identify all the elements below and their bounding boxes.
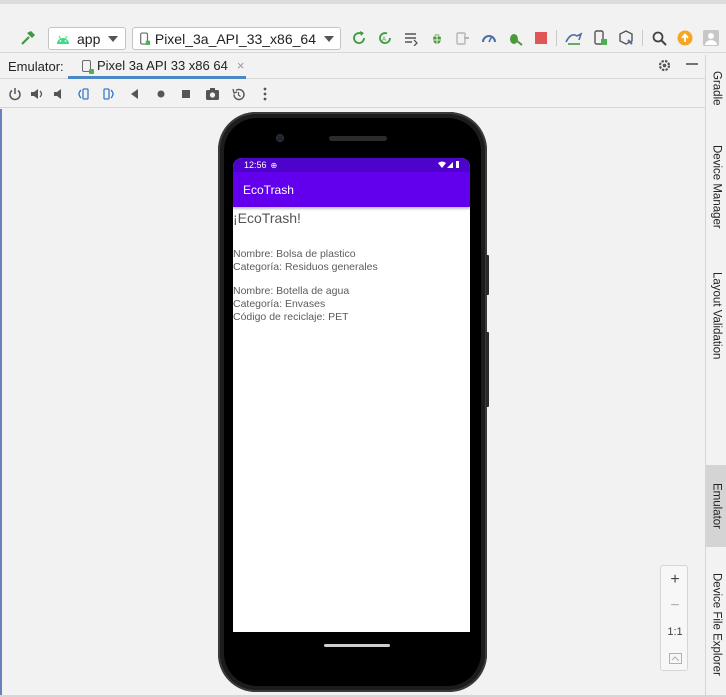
svg-text:A: A bbox=[382, 37, 386, 43]
tab-pixel-3a[interactable]: Pixel 3a API 33 x86 64 × bbox=[68, 55, 246, 79]
tab-emulator[interactable]: Emulator bbox=[706, 465, 726, 547]
debug-bug-icon[interactable] bbox=[426, 27, 448, 49]
rotate-right-icon[interactable] bbox=[100, 85, 118, 103]
status-bar: 12:56 ⊕ bbox=[233, 158, 470, 172]
wifi-signal-battery-icon bbox=[438, 161, 459, 168]
apply-changes-restart-icon[interactable] bbox=[348, 27, 370, 49]
item-1-categoria: Categoría: Residuos generales bbox=[233, 261, 378, 273]
tab-device-manager[interactable]: Device Manager bbox=[706, 133, 726, 241]
power-icon[interactable] bbox=[6, 85, 24, 103]
device-icon bbox=[140, 31, 151, 45]
home-icon[interactable] bbox=[152, 85, 170, 103]
android-studio-window: app Pixel_3a_API_33_x86_64 A Emulator: P… bbox=[0, 0, 726, 697]
device-manager-label: Device Manager bbox=[710, 145, 723, 229]
run-with-coverage-icon[interactable] bbox=[504, 27, 526, 49]
status-icons bbox=[438, 160, 460, 171]
gesture-nav-pill[interactable] bbox=[324, 644, 390, 647]
tab-label: Pixel 3a API 33 x86 64 bbox=[97, 58, 228, 73]
item-1-nombre: Nombre: Bolsa de plastico bbox=[233, 248, 356, 260]
tab-device-file-explorer[interactable]: Device File Explorer bbox=[706, 560, 726, 688]
phone-speaker bbox=[329, 136, 387, 141]
layout-validation-label: Layout Validation bbox=[710, 272, 723, 360]
item-2-codigo: Código de reciclaje: PET bbox=[233, 311, 349, 323]
emulator-label: Emulator: bbox=[8, 59, 64, 74]
chevron-down-icon bbox=[108, 35, 119, 42]
phone-power-button[interactable] bbox=[486, 255, 489, 295]
fit-screen-icon[interactable] bbox=[661, 646, 689, 670]
tab-gradle[interactable]: Gradle bbox=[706, 59, 726, 117]
logcat-lines-icon[interactable] bbox=[400, 27, 422, 49]
toolbar-divider bbox=[642, 30, 643, 46]
device-manager-icon[interactable] bbox=[589, 27, 611, 49]
sdk-manager-icon[interactable] bbox=[615, 27, 637, 49]
front-camera bbox=[276, 134, 284, 142]
zoom-controls: + − 1:1 bbox=[660, 565, 688, 671]
zoom-in-button[interactable]: + bbox=[661, 568, 689, 592]
back-icon[interactable] bbox=[126, 85, 144, 103]
item-2-categoria: Categoría: Envases bbox=[233, 298, 326, 310]
run-config-label: app bbox=[77, 30, 101, 47]
status-settings-icon: ⊕ bbox=[270, 160, 278, 170]
emulator-tab-label: Emulator bbox=[710, 482, 723, 530]
update-arrow-icon[interactable] bbox=[674, 27, 696, 49]
phone-screen[interactable]: 12:56 ⊕ EcoTrash ¡EcoTrash! Nombre: Bols… bbox=[233, 158, 470, 632]
device-select[interactable]: Pixel_3a_API_33_x86_64 bbox=[132, 27, 341, 50]
toolbar-divider bbox=[556, 30, 557, 46]
volume-up-icon[interactable] bbox=[28, 85, 46, 103]
account-avatar-icon[interactable] bbox=[700, 27, 722, 49]
item-2-nombre: Nombre: Botella de agua bbox=[233, 285, 350, 297]
actual-size-button[interactable]: 1:1 bbox=[661, 620, 689, 644]
more-options-icon[interactable] bbox=[256, 85, 274, 103]
canvas-left-edge bbox=[0, 109, 2, 695]
title-strip bbox=[0, 0, 726, 4]
status-time: 12:56 bbox=[244, 160, 267, 170]
rotate-left-icon[interactable] bbox=[74, 85, 92, 103]
gear-icon[interactable] bbox=[657, 58, 672, 77]
attach-debugger-icon[interactable] bbox=[452, 27, 474, 49]
profiler-gauge-icon[interactable] bbox=[478, 27, 500, 49]
phone-volume-button[interactable] bbox=[486, 332, 489, 407]
camera-icon[interactable] bbox=[203, 85, 221, 103]
main-toolbar: app Pixel_3a_API_33_x86_64 A bbox=[0, 23, 726, 53]
app-title: EcoTrash bbox=[243, 182, 294, 197]
volume-down-icon[interactable] bbox=[50, 85, 68, 103]
app-bar: EcoTrash bbox=[233, 172, 470, 207]
build-hammer-icon[interactable] bbox=[17, 27, 39, 49]
right-tool-window-bar: Gradle Device Manager Layout Validation … bbox=[705, 55, 726, 695]
overview-icon[interactable] bbox=[177, 85, 195, 103]
device-icon bbox=[82, 59, 94, 74]
device-file-explorer-label: Device File Explorer bbox=[710, 572, 723, 676]
snapshot-history-icon[interactable] bbox=[229, 85, 247, 103]
emulator-controls bbox=[0, 80, 705, 108]
close-icon[interactable]: × bbox=[237, 58, 245, 73]
search-icon[interactable] bbox=[648, 27, 670, 49]
gradle-label: Gradle bbox=[710, 70, 723, 106]
device-label: Pixel_3a_API_33_x86_64 bbox=[154, 30, 316, 47]
stop-icon[interactable] bbox=[530, 27, 552, 49]
sync-gradle-icon[interactable] bbox=[563, 27, 585, 49]
chevron-down-icon bbox=[324, 35, 334, 42]
page-title: ¡EcoTrash! bbox=[233, 210, 301, 226]
run-config-select[interactable]: app bbox=[48, 27, 126, 50]
apply-code-changes-icon[interactable]: A bbox=[374, 27, 396, 49]
tab-layout-validation[interactable]: Layout Validation bbox=[706, 257, 726, 375]
android-icon bbox=[57, 35, 69, 44]
emulator-tab-bar: Emulator: Pixel 3a API 33 x86 64 × bbox=[0, 55, 705, 79]
minimize-icon[interactable] bbox=[685, 56, 699, 74]
zoom-out-button[interactable]: − bbox=[661, 594, 689, 618]
